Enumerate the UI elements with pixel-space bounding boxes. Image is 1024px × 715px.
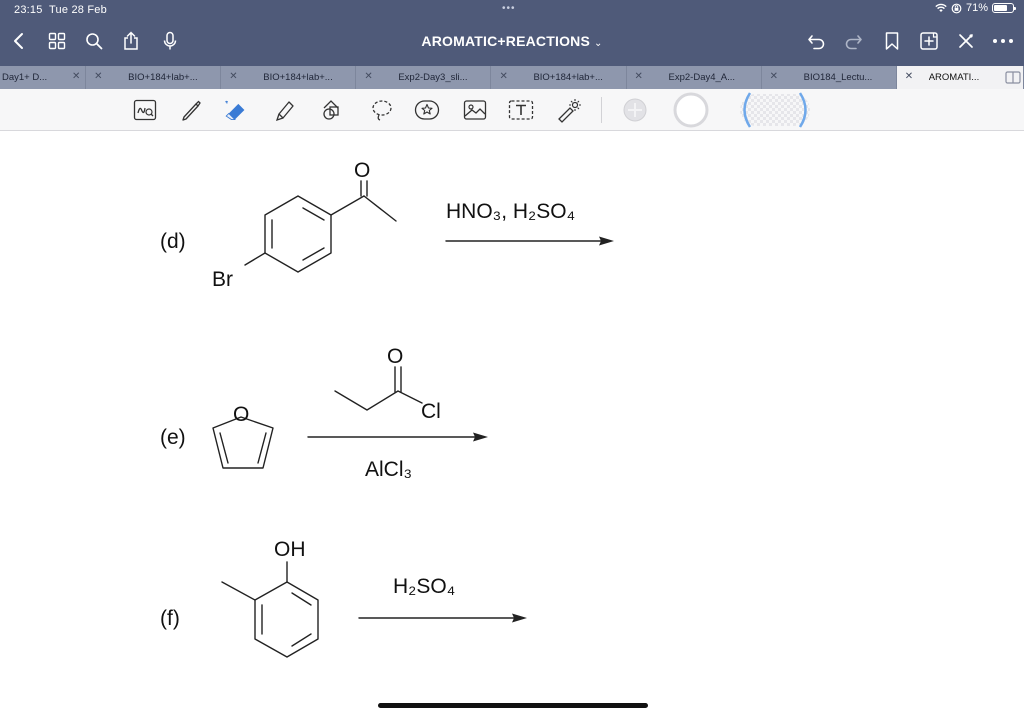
home-indicator[interactable]	[378, 703, 648, 708]
eraser-icon[interactable]	[221, 97, 247, 123]
split-view-icon[interactable]	[1005, 71, 1021, 84]
acyl-oxygen: O	[387, 345, 403, 368]
tab-label: BIO+184+lab+...	[263, 72, 333, 83]
close-document-icon[interactable]	[953, 28, 979, 54]
reagent-lewis-acid: AlCl₃	[365, 458, 412, 481]
battery-percent: 71%	[965, 2, 988, 14]
tab-5[interactable]: Exp2-Day4_A... ✕	[627, 66, 762, 89]
molecule-2-methylphenol	[221, 561, 319, 658]
shapes-icon[interactable]	[320, 97, 346, 123]
tab-label: AROMATI...	[928, 72, 980, 83]
label-e: (e)	[160, 426, 186, 449]
hydroxyl-label: OH	[274, 538, 306, 561]
tab-7-active[interactable]: AROMATI... ✕	[896, 66, 1024, 89]
tab-close-icon[interactable]: ✕	[499, 71, 507, 82]
status-time: 23:15 Tue 28 Feb	[14, 4, 107, 16]
molecule-propanoyl-chloride	[334, 366, 423, 411]
orientation-lock-icon	[951, 3, 962, 13]
carbonyl-oxygen-d: O	[354, 159, 370, 182]
more-options-icon[interactable]	[990, 28, 1016, 54]
reaction-arrow-f-head	[512, 613, 527, 623]
lasso-text-icon[interactable]	[132, 97, 158, 123]
redo-icon[interactable]	[840, 28, 866, 54]
tab-close-icon[interactable]: ✕	[635, 71, 643, 82]
add-page-icon[interactable]	[916, 28, 942, 54]
undo-icon[interactable]	[804, 28, 830, 54]
chevron-down-icon: ⌄	[594, 38, 603, 49]
tab-close-icon[interactable]: ✕	[229, 71, 237, 82]
status-clock: 23:15	[14, 4, 43, 16]
wifi-icon	[935, 3, 947, 12]
document-tabs: Day1+ D... ✕ BIO+184+lab+... ✕ BIO+184+lab…	[0, 66, 1024, 89]
text-box-icon[interactable]	[508, 97, 534, 123]
drawing-toolbar	[0, 89, 1024, 131]
status-date: Tue 28 Feb	[49, 4, 107, 16]
note-canvas[interactable]: (d) O Br HNO₃, H₂SO₄ (e) O O Cl AlCl₃ (f…	[0, 131, 1024, 715]
sticker-icon[interactable]	[414, 97, 440, 123]
tab-label: BIO184_Lectu...	[803, 72, 873, 83]
reaction-arrow-d-head	[599, 236, 614, 246]
reaction-arrow-e-head	[473, 432, 488, 442]
toolbar-divider	[601, 97, 602, 123]
tab-3[interactable]: Exp2-Day3_sli... ✕	[356, 66, 492, 89]
tab-close-icon[interactable]: ✕	[770, 71, 778, 82]
document-title-text: AROMATIC+REACTIONS	[421, 33, 591, 49]
selected-pen-size[interactable]	[736, 90, 814, 130]
tab-2[interactable]: BIO+184+lab+... ✕	[221, 66, 357, 89]
status-indicators: 71%	[935, 2, 1016, 14]
highlighter-icon[interactable]	[272, 97, 298, 123]
image-icon[interactable]	[462, 97, 488, 123]
laser-pointer-icon[interactable]	[556, 97, 582, 123]
tab-close-icon[interactable]: ✕	[364, 71, 372, 82]
battery-fill	[994, 5, 1007, 11]
label-d: (d)	[160, 230, 186, 253]
pen-icon[interactable]	[178, 97, 204, 123]
document-title[interactable]: AROMATIC+REACTIONS ⌄	[0, 33, 1024, 49]
tab-label: Exp2-Day3_sli...	[398, 72, 468, 83]
tab-0[interactable]: Day1+ D... ✕	[0, 66, 87, 89]
lasso-icon[interactable]	[369, 97, 395, 123]
app-header: 23:15 Tue 28 Feb ••• 71% AROMATIC+REACTI…	[0, 0, 1024, 66]
multitasking-dots[interactable]: •••	[502, 3, 516, 14]
tab-label: BIO+184+lab+...	[533, 72, 603, 83]
molecule-4-bromoacetophenone	[244, 180, 397, 273]
color-swatch-1[interactable]	[621, 96, 649, 124]
tab-4[interactable]: BIO+184+lab+... ✕	[491, 66, 627, 89]
reagent-nitration: HNO₃, H₂SO₄	[446, 200, 575, 223]
tab-close-icon[interactable]: ✕	[905, 71, 913, 82]
label-f: (f)	[160, 607, 180, 630]
reagent-sulfuric-acid: H₂SO₄	[393, 575, 455, 598]
bromine-label: Br	[212, 268, 233, 291]
bookmark-icon[interactable]	[879, 28, 905, 54]
tab-label: Day1+ D...	[2, 72, 48, 83]
color-swatch-2[interactable]	[672, 92, 710, 128]
tab-1[interactable]: BIO+184+lab+... ✕	[86, 66, 222, 89]
battery-icon	[992, 3, 1016, 13]
tab-close-icon[interactable]: ✕	[72, 71, 80, 82]
tab-label: Exp2-Day4_A...	[668, 72, 736, 83]
tab-6[interactable]: BIO184_Lectu... ✕	[762, 66, 897, 89]
tab-close-icon[interactable]: ✕	[94, 71, 102, 82]
tab-label: BIO+184+lab+...	[128, 72, 198, 83]
furan-oxygen: O	[233, 403, 249, 426]
acyl-chloride-label: Cl	[421, 400, 441, 423]
